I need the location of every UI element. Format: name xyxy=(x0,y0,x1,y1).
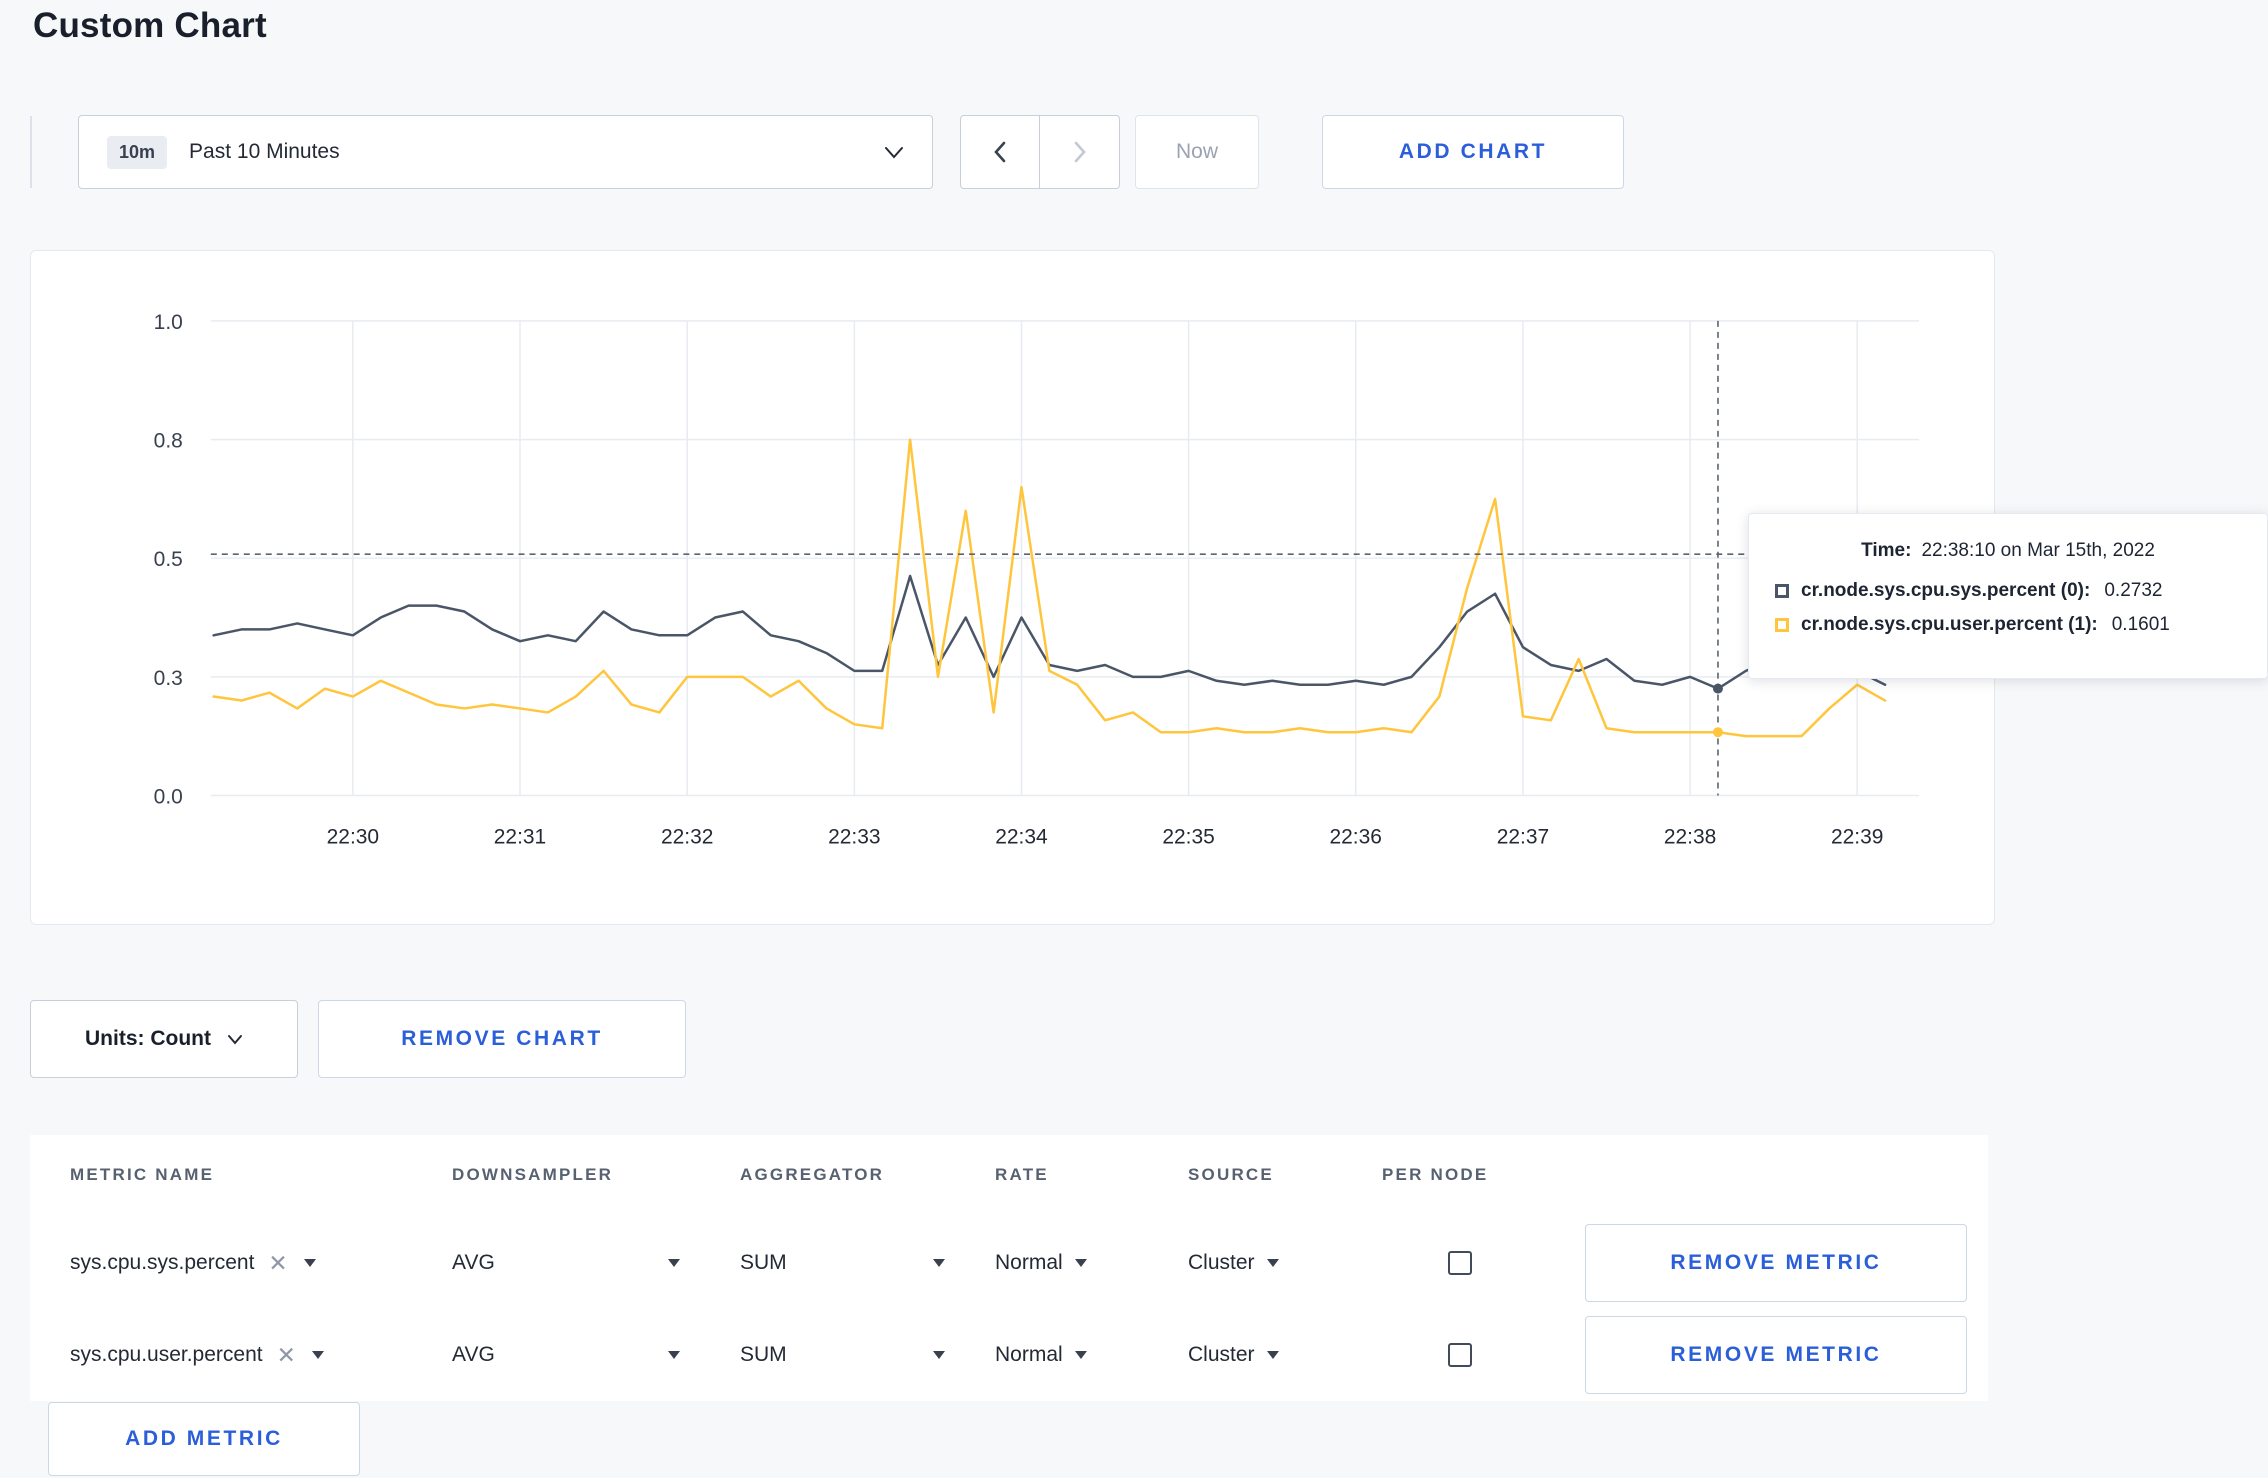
prev-time-button[interactable] xyxy=(960,115,1040,189)
caret-down-icon xyxy=(668,1351,680,1359)
clear-metric-icon[interactable]: ✕ xyxy=(277,1343,296,1367)
downsampler-value: AVG xyxy=(452,1343,495,1366)
svg-text:22:36: 22:36 xyxy=(1329,825,1381,848)
time-range-select[interactable]: 10m Past 10 Minutes xyxy=(78,115,933,189)
per-node-cell xyxy=(1448,1315,1472,1395)
tooltip-time-value: 22:38:10 on Mar 15th, 2022 xyxy=(1921,540,2155,561)
time-nav-group xyxy=(960,115,1120,189)
chevron-left-icon xyxy=(993,141,1007,163)
metric-row: sys.cpu.sys.percent ✕ AVG SUM Normal Clu… xyxy=(30,1223,1988,1303)
chevron-down-icon xyxy=(227,1034,243,1045)
timeseries-chart-canvas[interactable]: 22:30 22:31 22:32 22:33 22:34 22:35 22:36 22:37… xyxy=(31,251,1994,925)
source-value: Cluster xyxy=(1188,1343,1255,1366)
svg-text:22:38: 22:38 xyxy=(1664,825,1716,848)
toolbar-divider xyxy=(30,116,32,188)
rate-value: Normal xyxy=(995,1343,1063,1366)
tooltip-series-row: cr.node.sys.cpu.sys.percent (0): 0.2732 xyxy=(1775,580,2241,602)
svg-text:22:31: 22:31 xyxy=(494,825,546,848)
time-range-badge: 10m xyxy=(107,135,168,169)
aggregator-value: SUM xyxy=(740,1251,787,1274)
metric-row: sys.cpu.user.percent ✕ AVG SUM Normal Cl… xyxy=(30,1315,1988,1395)
caret-down-icon xyxy=(303,1259,316,1267)
chart-tooltip: Time: 22:38:10 on Mar 15th, 2022 cr.node.… xyxy=(1748,513,2268,679)
caret-down-icon xyxy=(1266,1259,1279,1267)
tooltip-time-label: Time: xyxy=(1861,540,1912,561)
caret-down-icon xyxy=(1266,1351,1279,1359)
units-select[interactable]: Units: Count xyxy=(30,1000,298,1078)
metric-name-value: sys.cpu.user.percent xyxy=(70,1343,263,1366)
aggregator-select[interactable]: SUM xyxy=(740,1315,945,1395)
caret-down-icon xyxy=(1074,1259,1087,1267)
svg-text:22:34: 22:34 xyxy=(995,825,1048,848)
remove-metric-button[interactable]: REMOVE METRIC xyxy=(1585,1316,1967,1394)
tooltip-series-name: cr.node.sys.cpu.sys.percent (0): xyxy=(1801,580,2091,601)
caret-down-icon xyxy=(933,1351,945,1359)
tooltip-time-row: Time: 22:38:10 on Mar 15th, 2022 xyxy=(1775,540,2241,562)
svg-text:0.5: 0.5 xyxy=(154,548,183,571)
page-title: Custom Chart xyxy=(33,6,267,45)
units-label: Units: Count xyxy=(85,1027,211,1050)
add-metric-button[interactable]: ADD METRIC xyxy=(48,1402,360,1476)
col-header-downsampler: DOWNSAMPLER xyxy=(452,1165,614,1184)
svg-text:0.3: 0.3 xyxy=(154,667,183,690)
tooltip-series-name: cr.node.sys.cpu.user.percent (1): xyxy=(1801,614,2098,635)
svg-text:22:37: 22:37 xyxy=(1497,825,1549,848)
caret-down-icon xyxy=(933,1259,945,1267)
caret-down-icon xyxy=(668,1259,680,1267)
svg-text:0.8: 0.8 xyxy=(154,430,183,453)
svg-text:0.0: 0.0 xyxy=(154,785,183,808)
time-range-label: Past 10 Minutes xyxy=(189,140,340,163)
tooltip-series-row: cr.node.sys.cpu.user.percent (1): 0.1601 xyxy=(1775,614,2241,636)
aggregator-value: SUM xyxy=(740,1343,787,1366)
tooltip-series-value: 0.1601 xyxy=(2111,614,2170,635)
clear-metric-icon[interactable]: ✕ xyxy=(268,1251,287,1275)
tooltip-series-value: 0.2732 xyxy=(2104,580,2163,601)
svg-text:22:32: 22:32 xyxy=(661,825,713,848)
col-header-metric-name: METRIC NAME xyxy=(70,1165,215,1184)
source-select[interactable]: Cluster xyxy=(1188,1223,1279,1303)
svg-text:22:39: 22:39 xyxy=(1831,825,1883,848)
series-sys-swatch-icon xyxy=(1775,584,1789,598)
downsampler-select[interactable]: AVG xyxy=(452,1223,680,1303)
next-time-button[interactable] xyxy=(1040,115,1120,189)
remove-metric-button[interactable]: REMOVE METRIC xyxy=(1585,1224,1967,1302)
svg-text:22:30: 22:30 xyxy=(327,825,379,848)
col-header-rate: RATE xyxy=(995,1165,1049,1184)
col-header-aggregator: AGGREGATOR xyxy=(740,1165,885,1184)
chevron-right-icon xyxy=(1073,141,1087,163)
caret-down-icon xyxy=(311,1351,324,1359)
downsampler-value: AVG xyxy=(452,1251,495,1274)
metric-name-select[interactable]: sys.cpu.sys.percent ✕ xyxy=(70,1223,316,1303)
now-button[interactable]: Now xyxy=(1135,115,1259,189)
source-value: Cluster xyxy=(1188,1251,1255,1274)
svg-text:22:33: 22:33 xyxy=(828,825,880,848)
per-node-checkbox[interactable] xyxy=(1448,1343,1472,1367)
caret-down-icon xyxy=(1074,1351,1087,1359)
rate-value: Normal xyxy=(995,1251,1063,1274)
rate-select[interactable]: Normal xyxy=(995,1223,1087,1303)
rate-select[interactable]: Normal xyxy=(995,1315,1087,1395)
remove-chart-button[interactable]: REMOVE CHART xyxy=(318,1000,686,1078)
chevron-down-icon xyxy=(884,146,904,159)
chart-panel: 22:30 22:31 22:32 22:33 22:34 22:35 22:36 22:37… xyxy=(30,250,1995,925)
series-user-swatch-icon xyxy=(1775,618,1789,632)
per-node-cell xyxy=(1448,1223,1472,1303)
metrics-table: METRIC NAME DOWNSAMPLER AGGREGATOR RATE … xyxy=(30,1135,1988,1401)
metric-name-value: sys.cpu.sys.percent xyxy=(70,1251,255,1274)
metric-name-select[interactable]: sys.cpu.user.percent ✕ xyxy=(70,1315,324,1395)
add-chart-button[interactable]: ADD CHART xyxy=(1322,115,1624,189)
col-header-per-node: PER NODE xyxy=(1382,1165,1489,1184)
per-node-checkbox[interactable] xyxy=(1448,1251,1472,1275)
downsampler-select[interactable]: AVG xyxy=(452,1315,680,1395)
aggregator-select[interactable]: SUM xyxy=(740,1223,945,1303)
col-header-source: SOURCE xyxy=(1188,1165,1274,1184)
svg-text:1.0: 1.0 xyxy=(154,311,183,334)
source-select[interactable]: Cluster xyxy=(1188,1315,1279,1395)
svg-text:22:35: 22:35 xyxy=(1162,825,1214,848)
